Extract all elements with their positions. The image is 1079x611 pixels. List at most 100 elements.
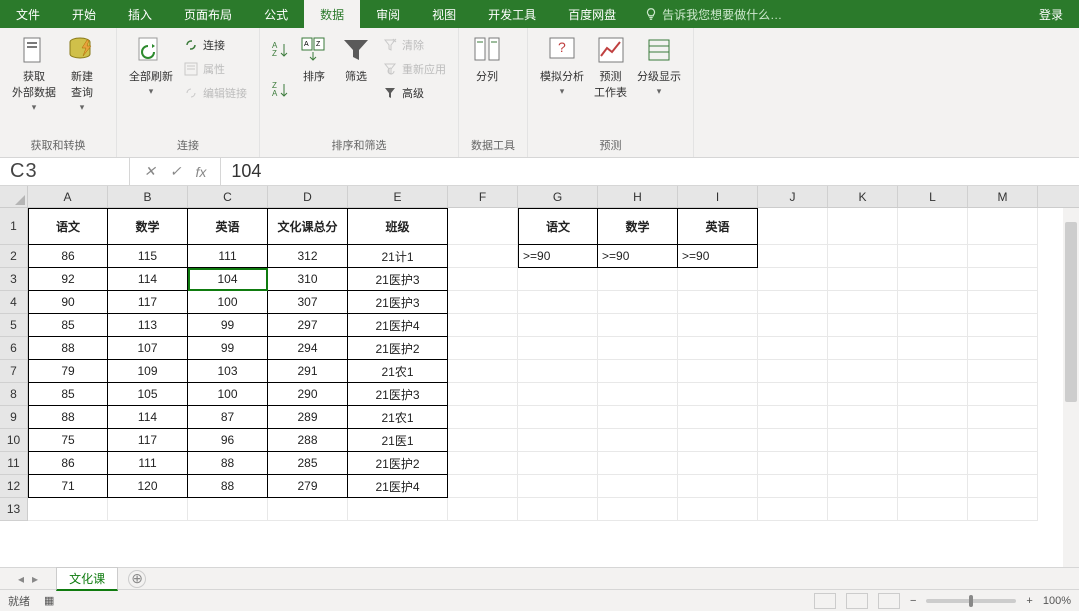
cell-F10[interactable] [448, 429, 518, 452]
cell-I13[interactable] [678, 498, 758, 521]
add-sheet-button[interactable]: ⊕ [128, 570, 146, 588]
cell-C7[interactable]: 103 [188, 360, 268, 383]
cell-B2[interactable]: 115 [108, 245, 188, 268]
row-header-2[interactable]: 2 [0, 245, 27, 268]
cell-B5[interactable]: 113 [108, 314, 188, 337]
cell-L3[interactable] [898, 268, 968, 291]
row-header-5[interactable]: 5 [0, 314, 27, 337]
cell-C6[interactable]: 99 [188, 337, 268, 360]
view-page-break-button[interactable] [878, 593, 900, 609]
cell-D10[interactable]: 288 [268, 429, 348, 452]
cell-G7[interactable] [518, 360, 598, 383]
menu-formula[interactable]: 公式 [248, 0, 304, 28]
cell-B9[interactable]: 114 [108, 406, 188, 429]
menu-home[interactable]: 开始 [56, 0, 112, 28]
cell-A13[interactable] [28, 498, 108, 521]
cell-C5[interactable]: 99 [188, 314, 268, 337]
cell-C2[interactable]: 111 [188, 245, 268, 268]
cell-H7[interactable] [598, 360, 678, 383]
row-header-7[interactable]: 7 [0, 360, 27, 383]
cell-K5[interactable] [828, 314, 898, 337]
cell-A1[interactable]: 语文 [28, 208, 108, 245]
cell-I11[interactable] [678, 452, 758, 475]
col-header-J[interactable]: J [758, 186, 828, 207]
group-outline-button[interactable]: 分级显示▾ [635, 32, 683, 99]
cell-I2[interactable]: >=90 [678, 245, 758, 268]
cell-F13[interactable] [448, 498, 518, 521]
cell-I7[interactable] [678, 360, 758, 383]
cell-L12[interactable] [898, 475, 968, 498]
cell-K6[interactable] [828, 337, 898, 360]
cell-M12[interactable] [968, 475, 1038, 498]
cancel-formula-icon[interactable]: ✕ [144, 163, 156, 180]
cell-H2[interactable]: >=90 [598, 245, 678, 268]
col-header-M[interactable]: M [968, 186, 1038, 207]
row-header-4[interactable]: 4 [0, 291, 27, 314]
cell-A9[interactable]: 88 [28, 406, 108, 429]
menu-view[interactable]: 视图 [416, 0, 472, 28]
cell-I12[interactable] [678, 475, 758, 498]
macro-record-icon[interactable]: ▦ [44, 594, 54, 607]
cell-G5[interactable] [518, 314, 598, 337]
col-header-B[interactable]: B [108, 186, 188, 207]
cell-E2[interactable]: 21计1 [348, 245, 448, 268]
zoom-in-button[interactable]: + [1026, 595, 1032, 607]
cell-M11[interactable] [968, 452, 1038, 475]
cell-L5[interactable] [898, 314, 968, 337]
cell-G8[interactable] [518, 383, 598, 406]
cell-D2[interactable]: 312 [268, 245, 348, 268]
row-header-1[interactable]: 1 [0, 208, 27, 245]
name-box[interactable]: C3 [0, 158, 130, 185]
col-header-A[interactable]: A [28, 186, 108, 207]
cell-F3[interactable] [448, 268, 518, 291]
menu-devtools[interactable]: 开发工具 [472, 0, 552, 28]
cell-J12[interactable] [758, 475, 828, 498]
text-to-columns-button[interactable]: 分列 [469, 32, 505, 86]
cell-E11[interactable]: 21医护2 [348, 452, 448, 475]
cell-D6[interactable]: 294 [268, 337, 348, 360]
cell-F5[interactable] [448, 314, 518, 337]
cell-H10[interactable] [598, 429, 678, 452]
refresh-all-button[interactable]: 全部刷新▾ [127, 32, 175, 99]
cell-H3[interactable] [598, 268, 678, 291]
cell-K11[interactable] [828, 452, 898, 475]
cell-F8[interactable] [448, 383, 518, 406]
cell-J13[interactable] [758, 498, 828, 521]
cell-I8[interactable] [678, 383, 758, 406]
cell-J2[interactable] [758, 245, 828, 268]
new-query-button[interactable]: 新建 查询▾ [64, 32, 100, 115]
sort-asc-icon[interactable]: AZ [270, 40, 290, 60]
row-header-10[interactable]: 10 [0, 429, 27, 452]
cell-H9[interactable] [598, 406, 678, 429]
zoom-slider[interactable] [926, 599, 1016, 603]
cell-D4[interactable]: 307 [268, 291, 348, 314]
cell-E1[interactable]: 班级 [348, 208, 448, 245]
cell-G4[interactable] [518, 291, 598, 314]
row-header-9[interactable]: 9 [0, 406, 27, 429]
sheet-tab-active[interactable]: 文化课 [56, 567, 118, 591]
cell-H11[interactable] [598, 452, 678, 475]
cell-F11[interactable] [448, 452, 518, 475]
cell-H4[interactable] [598, 291, 678, 314]
cell-B13[interactable] [108, 498, 188, 521]
cell-K1[interactable] [828, 208, 898, 245]
cell-B1[interactable]: 数学 [108, 208, 188, 245]
view-normal-button[interactable] [814, 593, 836, 609]
cell-K12[interactable] [828, 475, 898, 498]
cell-M3[interactable] [968, 268, 1038, 291]
col-header-G[interactable]: G [518, 186, 598, 207]
fx-icon[interactable]: fx [195, 164, 206, 180]
cell-A7[interactable]: 79 [28, 360, 108, 383]
menu-layout[interactable]: 页面布局 [168, 0, 248, 28]
cell-F1[interactable] [448, 208, 518, 245]
cell-K10[interactable] [828, 429, 898, 452]
cell-D5[interactable]: 297 [268, 314, 348, 337]
menu-login[interactable]: 登录 [1023, 0, 1079, 28]
cell-K4[interactable] [828, 291, 898, 314]
cell-M2[interactable] [968, 245, 1038, 268]
tell-me[interactable]: 告诉我您想要做什么… [632, 0, 794, 28]
cell-L2[interactable] [898, 245, 968, 268]
row-header-11[interactable]: 11 [0, 452, 27, 475]
cell-L8[interactable] [898, 383, 968, 406]
cell-G1[interactable]: 语文 [518, 208, 598, 245]
